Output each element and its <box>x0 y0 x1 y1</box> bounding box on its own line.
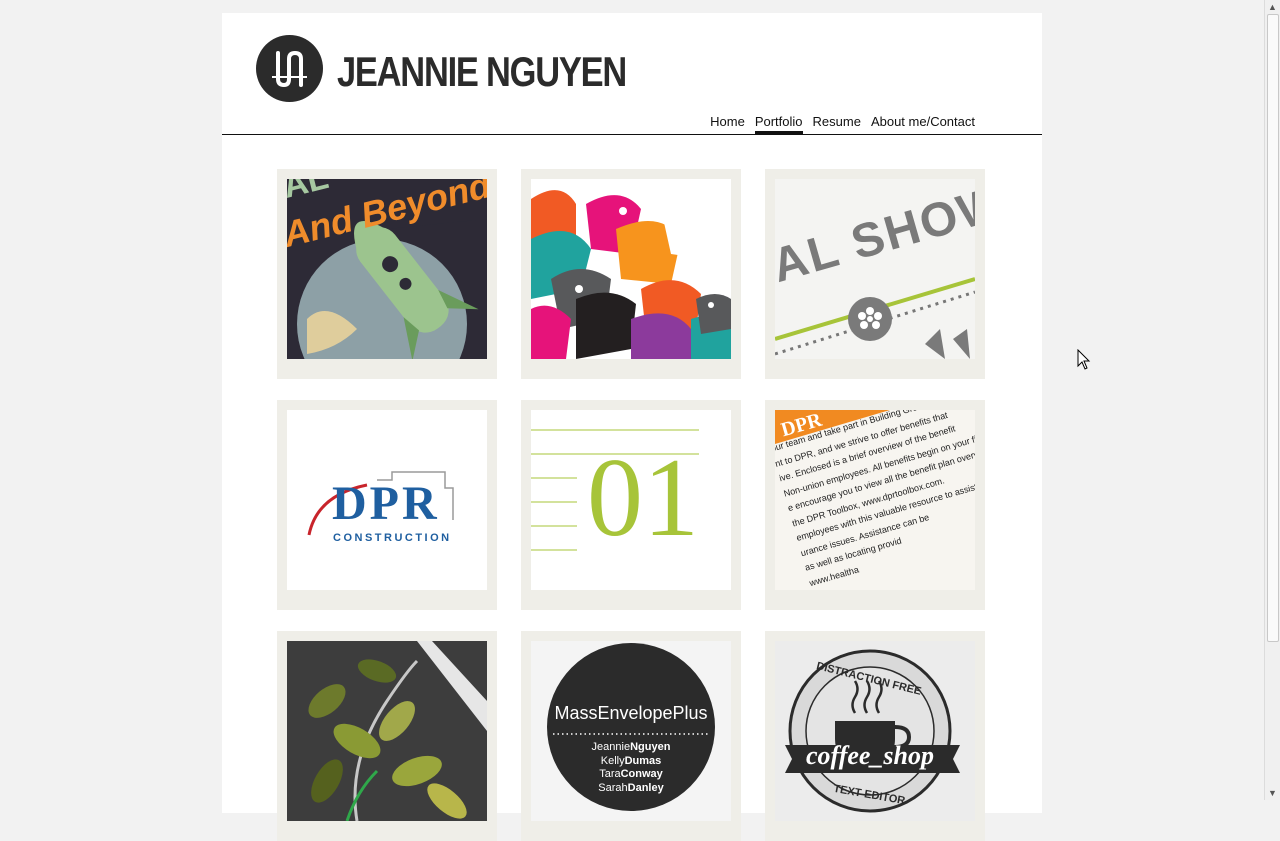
page-container: JEANNIE NGUYEN Home Portfolio Resume Abo… <box>222 13 1042 841</box>
name-line: KellyDumas <box>600 754 662 767</box>
portfolio-tile-mass-envelope[interactable]: MassEnvelopePlus JeannieNguyen KellyDuma… <box>521 631 741 841</box>
name-line: SarahDanley <box>598 781 664 794</box>
art-show-thumbnail: AL SHOW <box>775 179 975 359</box>
number-01-text: 01 <box>587 436 699 560</box>
name-line: TaraConway <box>599 768 663 780</box>
mass-envelope-title: MassEnvelopePlus <box>554 703 708 723</box>
mass-envelope-thumbnail: MassEnvelopePlus JeannieNguyen KellyDuma… <box>531 641 731 821</box>
portfolio-tile-coffee-shop[interactable]: DISTRACTION FREE coffee_shop TEXT EDITOR <box>765 631 985 841</box>
portfolio-tile-leaves[interactable] <box>277 631 497 841</box>
portfolio-tile-dpr-logo[interactable]: DPR CONSTRUCTION <box>277 400 497 610</box>
portfolio-tile-dpr-letter[interactable]: DPR our team and take part in Building G… <box>765 400 985 610</box>
scroll-up-icon[interactable]: ▲ <box>1265 0 1280 14</box>
nav-portfolio[interactable]: Portfolio <box>754 113 803 134</box>
leaves-thumbnail <box>287 641 487 821</box>
vertical-scrollbar[interactable]: ▲ ▼ <box>1264 0 1280 800</box>
mouse-cursor-icon <box>1077 349 1091 370</box>
dpr-logo-thumbnail: DPR CONSTRUCTION <box>287 410 487 590</box>
rocket-poster-thumbnail: And Beyond AL <box>287 179 487 359</box>
coffee-shop-thumbnail: DISTRACTION FREE coffee_shop TEXT EDITOR <box>775 641 975 821</box>
portfolio-tile-art-show[interactable]: AL SHOW <box>765 169 985 379</box>
dpr-construction-text: CONSTRUCTION <box>333 532 452 544</box>
mass-envelope-names: JeannieNguyen KellyDumas TaraConway Sara… <box>531 741 731 795</box>
name-line: JeannieNguyen <box>591 741 671 753</box>
dpr-logo-text: DPR <box>332 477 440 530</box>
portfolio-tile-rocket[interactable]: And Beyond AL <box>277 169 497 379</box>
portfolio-tile-01[interactable]: 01 <box>521 400 741 610</box>
main-nav: Home Portfolio Resume About me/Contact <box>710 113 975 134</box>
coffee-shop-title: coffee_shop <box>805 741 935 770</box>
nav-resume[interactable]: Resume <box>813 113 861 134</box>
number-01-thumbnail: 01 <box>531 410 731 590</box>
jn-monogram-logo-icon[interactable] <box>256 35 323 102</box>
portfolio-tile-python[interactable] <box>521 169 741 379</box>
site-title[interactable]: JEANNIE NGUYEN <box>337 47 627 97</box>
nav-about-contact[interactable]: About me/Contact <box>871 113 975 134</box>
dpr-letter-thumbnail: DPR our team and take part in Building G… <box>775 410 975 590</box>
scrollbar-thumb[interactable] <box>1267 14 1279 642</box>
scroll-down-icon[interactable]: ▼ <box>1265 786 1280 800</box>
python-pattern-thumbnail <box>531 179 731 359</box>
site-header: JEANNIE NGUYEN Home Portfolio Resume Abo… <box>222 13 1042 135</box>
nav-home[interactable]: Home <box>710 113 745 134</box>
